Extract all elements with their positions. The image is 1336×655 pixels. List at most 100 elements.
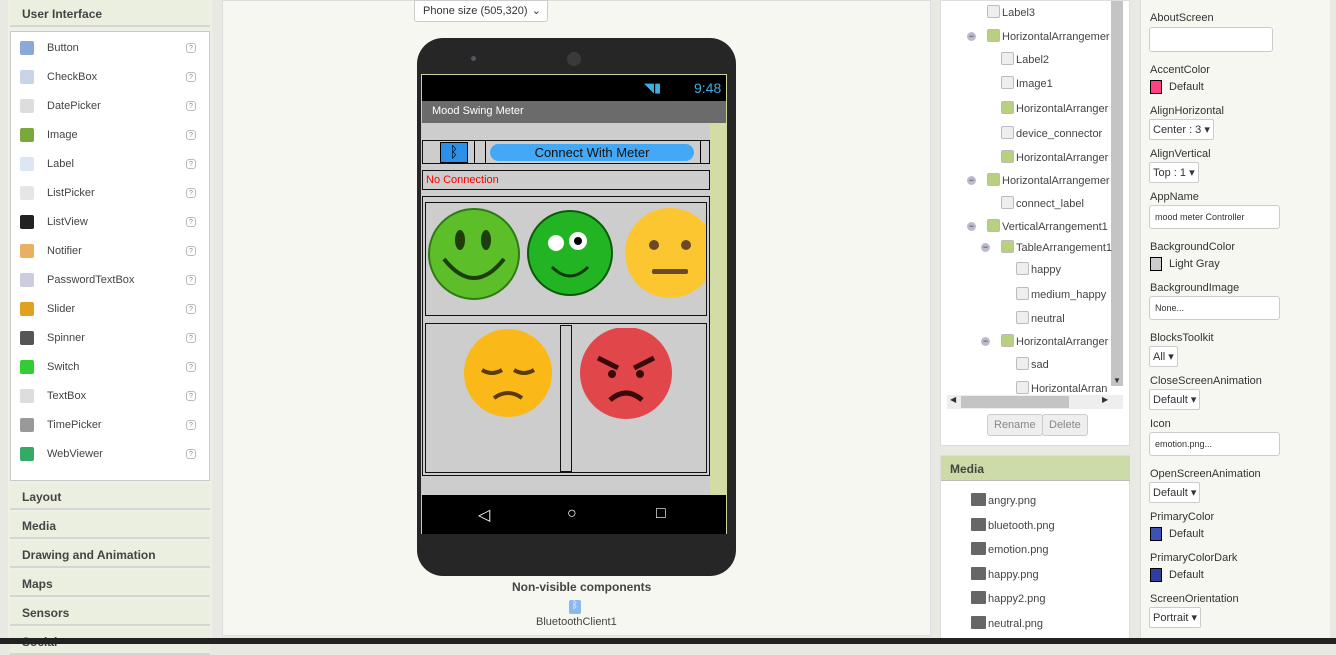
neutral-face-icon[interactable] — [622, 207, 707, 302]
help-icon[interactable]: ? — [186, 420, 196, 430]
aboutscreen-textarea[interactable] — [1149, 27, 1273, 52]
tree-hscrollbar[interactable]: ◀ ▶ — [947, 395, 1123, 409]
scroll-down-icon[interactable]: ▼ — [1111, 376, 1123, 388]
help-icon[interactable]: ? — [186, 304, 196, 314]
collapse-toggle-icon[interactable]: − — [967, 32, 976, 41]
screenorientation-select[interactable]: Portrait ▾ — [1149, 607, 1202, 628]
collapse-toggle-icon[interactable]: − — [981, 243, 990, 252]
help-icon[interactable]: ? — [186, 449, 196, 459]
scroll-left-icon[interactable]: ◀ — [950, 395, 956, 404]
tree-item[interactable]: VerticalArrangement1 — [1002, 221, 1108, 233]
primarycolordark-value[interactable]: Default — [1169, 569, 1204, 581]
phone-size-select[interactable]: Phone size (505,320) ⌄ — [414, 0, 548, 22]
recents-icon[interactable]: □ — [656, 505, 666, 523]
category-user-interface[interactable]: User Interface — [10, 0, 210, 27]
palette-item-notifier[interactable]: Notifier? — [11, 241, 209, 263]
accentcolor-swatch[interactable] — [1150, 80, 1162, 94]
help-icon[interactable]: ? — [186, 391, 196, 401]
openscreenanimation-select[interactable]: Default ▾ — [1149, 482, 1201, 503]
tree-item[interactable]: connect_label — [1016, 198, 1084, 210]
collapse-toggle-icon[interactable]: − — [967, 176, 976, 185]
media-file[interactable]: happy2.png — [971, 591, 1046, 605]
alignhorizontal-select[interactable]: Center : 3 ▾ — [1149, 119, 1214, 140]
palette-item-listview[interactable]: ListView? — [11, 212, 209, 234]
palette-item-image[interactable]: Image? — [11, 125, 209, 147]
category-drawing-and-animation[interactable]: Drawing and Animation — [10, 541, 210, 568]
category-maps[interactable]: Maps — [10, 570, 210, 597]
rename-button[interactable]: Rename — [987, 414, 1043, 436]
tree-item[interactable]: HorizontalArran — [1031, 383, 1107, 395]
help-icon[interactable]: ? — [186, 217, 196, 227]
palette-item-button[interactable]: Button? — [11, 38, 209, 60]
help-icon[interactable]: ? — [186, 362, 196, 372]
category-layout[interactable]: Layout — [10, 483, 210, 510]
palette-item-slider[interactable]: Slider? — [11, 299, 209, 321]
tree-item[interactable]: HorizontalArranger — [1016, 103, 1108, 115]
media-file[interactable]: bluetooth.png — [971, 517, 1055, 532]
collapse-toggle-icon[interactable]: − — [981, 337, 990, 346]
help-icon[interactable]: ? — [186, 246, 196, 256]
tree-item[interactable]: Label3 — [1002, 7, 1035, 19]
help-icon[interactable]: ? — [186, 275, 196, 285]
primarycolor-value[interactable]: Default — [1169, 528, 1204, 540]
appname-input[interactable]: mood meter Controller — [1149, 205, 1280, 229]
hscroll-thumb[interactable] — [961, 396, 1069, 408]
palette-item-timepicker[interactable]: TimePicker? — [11, 415, 209, 437]
help-icon[interactable]: ? — [186, 130, 196, 140]
tree-item[interactable]: neutral — [1031, 313, 1065, 325]
tree-item[interactable]: Label2 — [1016, 54, 1049, 66]
tree-item[interactable]: HorizontalArrangemer — [1002, 175, 1110, 187]
connect-button[interactable]: Connect With Meter — [490, 144, 694, 161]
home-icon[interactable]: ○ — [567, 505, 577, 523]
closescreenanimation-select[interactable]: Default ▾ — [1149, 389, 1201, 410]
collapse-toggle-icon[interactable]: − — [967, 222, 976, 231]
tree-item[interactable]: sad — [1031, 359, 1049, 371]
palette-item-webviewer[interactable]: WebViewer? — [11, 444, 209, 466]
help-icon[interactable]: ? — [186, 43, 196, 53]
sad-face-icon[interactable] — [460, 328, 556, 418]
tree-item[interactable]: HorizontalArrangemer — [1002, 31, 1110, 43]
nonvisible-bluetoothclient[interactable]: BluetoothClient1 — [536, 616, 617, 628]
media-file[interactable]: emotion.png — [971, 542, 1049, 556]
palette-item-label[interactable]: Label? — [11, 154, 209, 176]
media-file[interactable]: angry.png — [971, 493, 1036, 507]
category-media[interactable]: Media — [10, 512, 210, 539]
icon-input[interactable]: emotion.png... — [1149, 432, 1280, 456]
tree-item[interactable]: Image1 — [1016, 78, 1053, 90]
delete-button[interactable]: Delete — [1042, 414, 1088, 436]
help-icon[interactable]: ? — [186, 159, 196, 169]
tree-vscrollbar[interactable] — [1111, 1, 1123, 386]
backgroundcolor-swatch[interactable] — [1150, 257, 1162, 271]
help-icon[interactable]: ? — [186, 333, 196, 343]
tree-item[interactable]: TableArrangement1 — [1016, 242, 1112, 254]
tree-item[interactable]: HorizontalArranger — [1016, 152, 1108, 164]
palette-item-datepicker[interactable]: DatePicker? — [11, 96, 209, 118]
scroll-right-icon[interactable]: ▶ — [1102, 395, 1108, 404]
palette-item-spinner[interactable]: Spinner? — [11, 328, 209, 350]
happy-face-icon[interactable] — [426, 207, 526, 302]
angry-face-icon[interactable] — [576, 328, 676, 420]
palette-item-checkbox[interactable]: CheckBox? — [11, 67, 209, 89]
back-icon[interactable]: ◁ — [478, 505, 490, 525]
tree-item[interactable]: medium_happy — [1031, 289, 1106, 301]
alignvertical-select[interactable]: Top : 1 ▾ — [1149, 162, 1199, 183]
bluetooth-image-icon[interactable]: ᛒ — [440, 142, 468, 163]
medium-happy-face-icon[interactable] — [526, 207, 616, 302]
backgroundcolor-value[interactable]: Light Gray — [1169, 258, 1220, 270]
category-sensors[interactable]: Sensors — [10, 599, 210, 626]
bluetooth-client-icon[interactable]: ᛒ — [569, 600, 581, 614]
help-icon[interactable]: ? — [186, 72, 196, 82]
primarycolordark-swatch[interactable] — [1150, 568, 1162, 582]
accentcolor-value[interactable]: Default — [1169, 81, 1204, 93]
media-file[interactable]: neutral.png — [971, 616, 1043, 630]
tree-item[interactable]: device_connector — [1016, 128, 1102, 140]
palette-item-switch[interactable]: Switch? — [11, 357, 209, 379]
media-file[interactable]: happy.png — [971, 566, 1039, 581]
help-icon[interactable]: ? — [186, 101, 196, 111]
tree-item[interactable]: happy — [1031, 264, 1061, 276]
backgroundimage-input[interactable]: None... — [1149, 296, 1280, 320]
palette-item-passwordtextbox[interactable]: PasswordTextBox? — [11, 270, 209, 292]
tree-item[interactable]: HorizontalArranger — [1016, 336, 1108, 348]
help-icon[interactable]: ? — [186, 188, 196, 198]
primarycolor-swatch[interactable] — [1150, 527, 1162, 541]
